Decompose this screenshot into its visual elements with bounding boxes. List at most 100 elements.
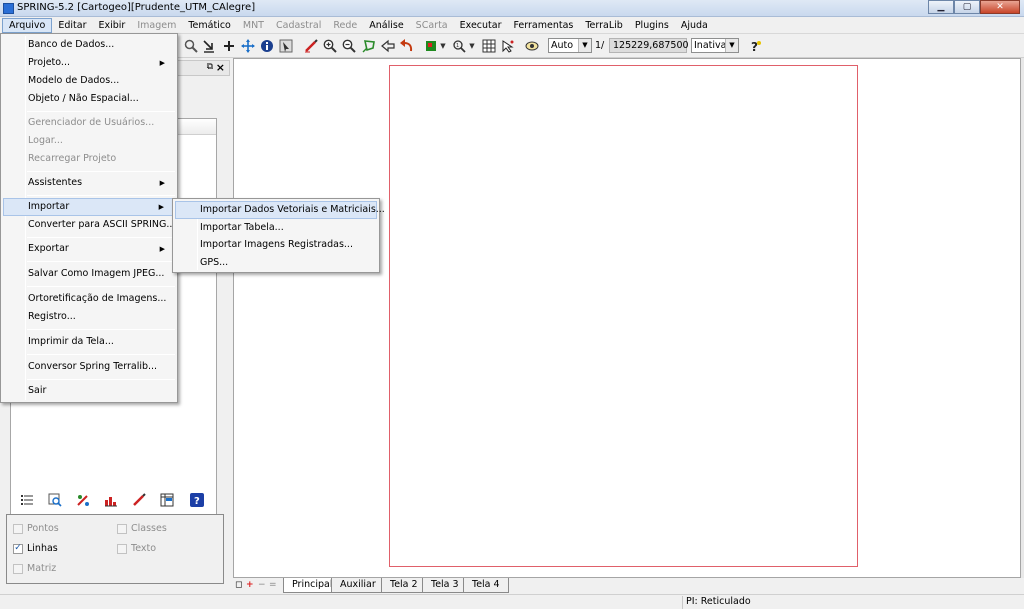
menu-item-exportar[interactable]: Exportar ▶: [3, 240, 175, 258]
linhas-checkbox[interactable]: ✓ Linhas: [13, 543, 58, 554]
menu-editar[interactable]: Editar: [52, 18, 92, 33]
info-icon[interactable]: [259, 38, 275, 54]
select-cursor-icon[interactable]: [500, 38, 516, 54]
reticulado-frame: [389, 65, 858, 567]
menu-item-banco-de-dados[interactable]: Banco de Dados...: [3, 36, 175, 54]
float-panel-icon[interactable]: ⧉: [207, 62, 213, 72]
svg-text:1: 1: [456, 43, 459, 49]
menu-item-registro[interactable]: Registro...: [3, 308, 175, 326]
table-icon[interactable]: [159, 492, 175, 508]
tab-menu-icon[interactable]: ◻: [235, 580, 242, 590]
menu-separator: [27, 354, 175, 355]
back-arrow-icon[interactable]: [380, 38, 396, 54]
menu-exibir[interactable]: Exibir: [93, 18, 132, 33]
menu-item-modelo-de-dados[interactable]: Modelo de Dados...: [3, 72, 175, 90]
menu-tematico[interactable]: Temático: [182, 18, 237, 33]
layer-display-icon[interactable]: [424, 38, 440, 54]
zoom-options-dropdown-icon[interactable]: ▼: [468, 38, 476, 54]
zoom-out-icon[interactable]: [341, 38, 357, 54]
menu-item-ortoretificacao[interactable]: Ortoretificação de Imagens...: [3, 290, 175, 308]
tab-tela-4[interactable]: Tela 4: [463, 578, 509, 593]
menu-imagem[interactable]: Imagem: [131, 18, 182, 33]
matriz-checkbox[interactable]: Matriz: [13, 563, 56, 574]
lasso-select-icon[interactable]: [361, 38, 377, 54]
add-tab-icon[interactable]: +: [246, 580, 254, 590]
minimize-button[interactable]: ▁: [928, 0, 954, 14]
help-icon[interactable]: ?: [189, 492, 205, 508]
menu-plugins[interactable]: Plugins: [629, 18, 675, 33]
menu-item-gps[interactable]: GPS...: [175, 254, 377, 272]
menu-item-logar[interactable]: Logar...: [3, 132, 175, 150]
edit-pencil-icon[interactable]: [303, 38, 319, 54]
menu-item-salvar-jpeg[interactable]: Salvar Como Imagem JPEG...: [3, 265, 175, 283]
undo-icon[interactable]: [399, 38, 415, 54]
edit-tools-icon[interactable]: [75, 492, 91, 508]
scale-input[interactable]: 125229,687500: [609, 38, 689, 53]
grid-icon[interactable]: [481, 38, 497, 54]
menu-item-converter-ascii[interactable]: Converter para ASCII SPRING...: [3, 216, 175, 234]
texto-checkbox[interactable]: Texto: [117, 543, 156, 554]
state-value: Inativa: [694, 40, 727, 51]
menu-arquivo[interactable]: Arquivo: [2, 17, 53, 33]
menu-item-importar-dados-vetoriais[interactable]: Importar Dados Vetoriais e Matriciais...: [175, 201, 385, 219]
menu-item-sair[interactable]: Sair: [3, 382, 175, 400]
menu-mnt[interactable]: MNT: [237, 18, 270, 33]
chart-icon[interactable]: [103, 492, 119, 508]
tab-auxiliar[interactable]: Auxiliar: [331, 578, 385, 593]
state-select[interactable]: Inativa ▼: [691, 38, 739, 53]
menu-item-imprimir-tela[interactable]: Imprimir da Tela...: [3, 333, 175, 351]
arquivo-menu: Banco de Dados... Projeto... ▶ Modelo de …: [0, 33, 178, 403]
zoom-mode-select[interactable]: Auto ▼: [548, 38, 592, 53]
cursor-info-icon[interactable]: [278, 38, 294, 54]
draw-pencil-icon[interactable]: [131, 492, 147, 508]
list-icon[interactable]: [19, 492, 35, 508]
chevron-down-icon: ▼: [578, 39, 591, 52]
menu-item-importar-imagens[interactable]: Importar Imagens Registradas...: [175, 236, 377, 254]
menu-item-projeto[interactable]: Projeto... ▶: [3, 54, 175, 72]
menu-rede[interactable]: Rede: [327, 18, 363, 33]
search-layer-icon[interactable]: [47, 492, 63, 508]
tab-tela-3[interactable]: Tela 3: [422, 578, 468, 593]
texto-label: Texto: [131, 543, 157, 554]
help-icon[interactable]: ?: [747, 38, 763, 54]
menu-item-conversor-terralib[interactable]: Conversor Spring Terralib...: [3, 358, 175, 376]
classes-checkbox[interactable]: Classes: [117, 523, 167, 534]
pan-icon[interactable]: [240, 38, 256, 54]
menu-item-importar-tabela[interactable]: Importar Tabela...: [175, 219, 377, 237]
menu-terralib[interactable]: TerraLib: [579, 18, 628, 33]
menu-cadastral[interactable]: Cadastral: [270, 18, 327, 33]
menu-ajuda[interactable]: Ajuda: [675, 18, 714, 33]
submenu-arrow-icon: ▶: [159, 59, 165, 67]
menu-executar[interactable]: Executar: [454, 18, 508, 33]
scale-prefix: 1/: [595, 40, 605, 51]
zoom-window-icon[interactable]: [183, 38, 199, 54]
add-point-icon[interactable]: [221, 38, 237, 54]
zoom-in-area-icon[interactable]: [201, 38, 217, 54]
map-canvas[interactable]: [233, 58, 1021, 578]
screen-tabs: ◻ + − = Principal Auxiliar Tela 2 Tela 3…: [233, 578, 733, 594]
close-panel-icon[interactable]: ×: [216, 61, 225, 74]
menu-item-assistentes[interactable]: Assistentes ▶: [3, 174, 175, 192]
menu-item-gerenciador-usuarios[interactable]: Gerenciador de Usuários...: [3, 114, 175, 132]
menu-item-recarregar-projeto[interactable]: Recarregar Projeto: [3, 150, 175, 168]
menu-ferramentas[interactable]: Ferramentas: [507, 18, 579, 33]
close-button[interactable]: ✕: [980, 0, 1020, 14]
menu-item-objeto[interactable]: Objeto / Não Espacial...: [3, 90, 175, 108]
remove-tab-icon[interactable]: −: [258, 580, 266, 590]
menu-item-importar[interactable]: Importar ▶: [3, 198, 175, 216]
menu-item-label: Exportar: [28, 243, 69, 254]
checkbox-box: [13, 523, 23, 534]
submenu-arrow-icon: ▶: [158, 203, 164, 211]
maximize-button[interactable]: ▢: [954, 0, 980, 14]
menu-item-label: Projeto...: [28, 57, 70, 68]
zoom-in-icon[interactable]: [322, 38, 338, 54]
zoom-options-icon[interactable]: 1: [451, 38, 467, 54]
menu-scarta[interactable]: SCarta: [410, 18, 454, 33]
layer-display-dropdown-icon[interactable]: ▼: [439, 38, 447, 54]
pontos-checkbox[interactable]: Pontos: [13, 523, 59, 534]
duplicate-tab-icon[interactable]: =: [269, 580, 277, 590]
view-eye-icon[interactable]: [524, 38, 540, 54]
tab-tela-2[interactable]: Tela 2: [381, 578, 427, 593]
submenu-arrow-icon: ▶: [159, 179, 165, 187]
menu-analise[interactable]: Análise: [363, 18, 409, 33]
